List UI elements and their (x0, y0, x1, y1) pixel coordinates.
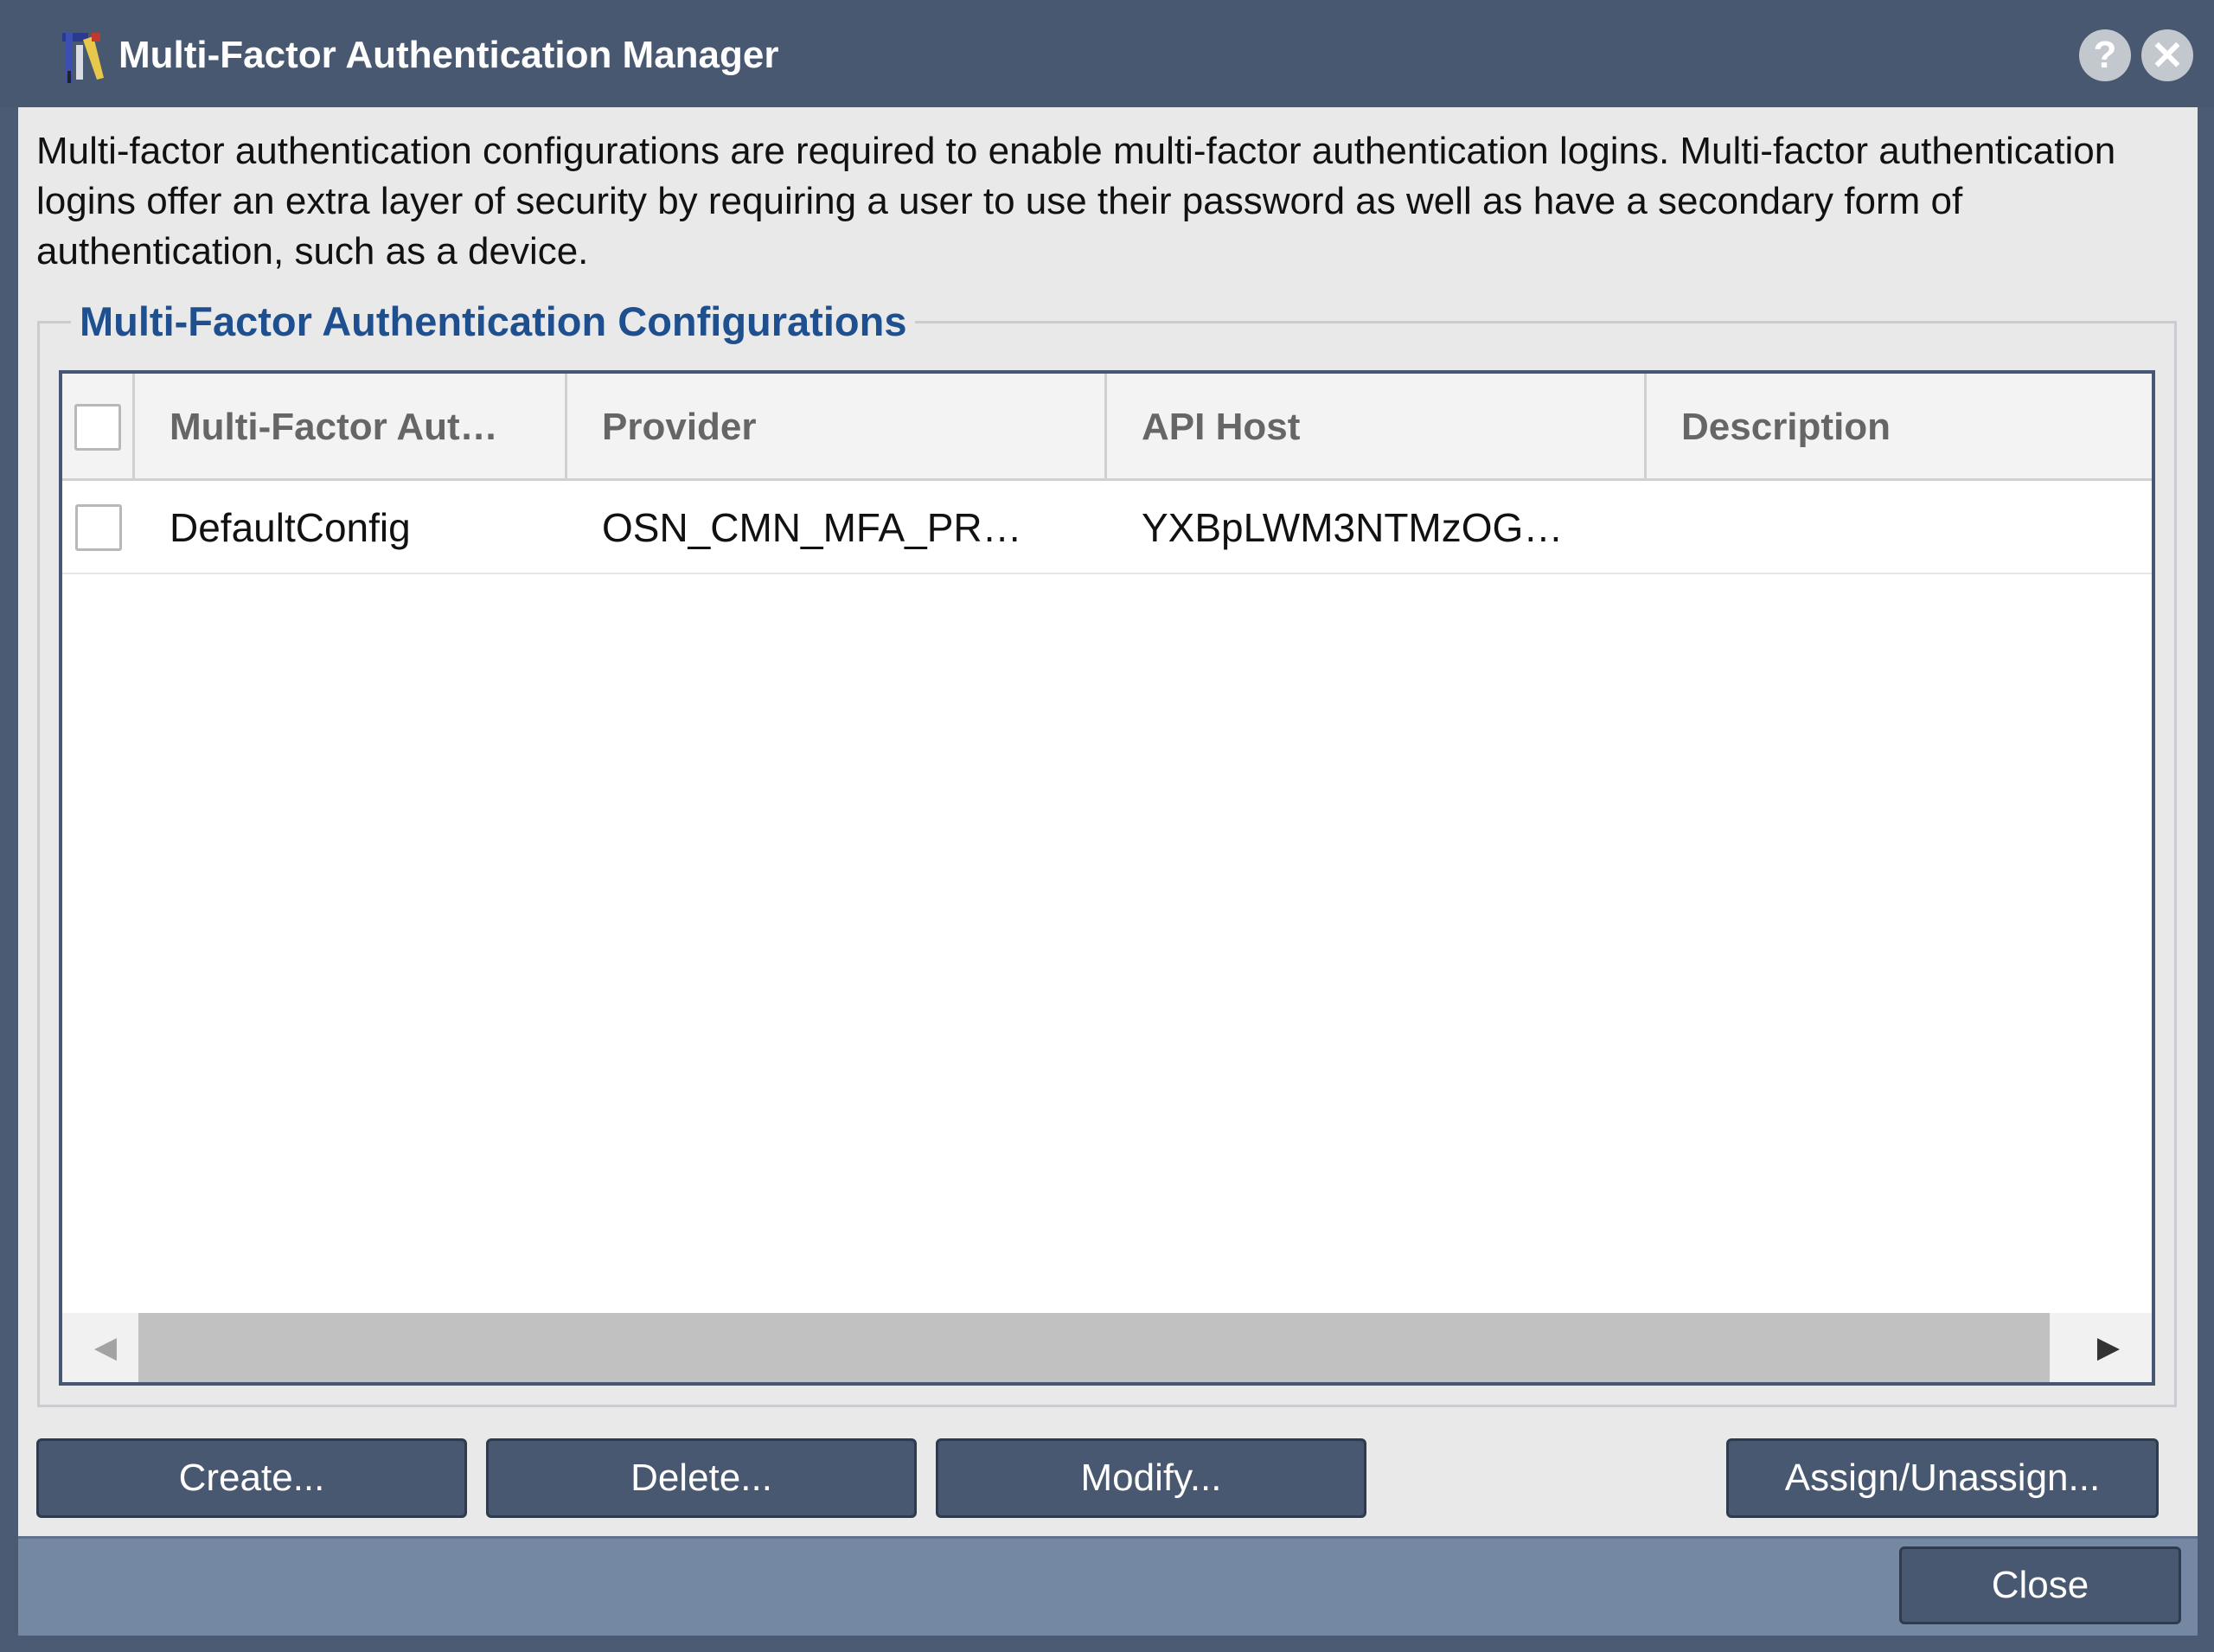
select-all-checkbox[interactable] (74, 404, 121, 451)
table-row[interactable]: DefaultConfig OSN_CMN_MFA_PR… YXBpLWM3NT… (62, 481, 2152, 574)
cell-provider-text: OSN_CMN_MFA_PR… (602, 505, 1022, 550)
close-button[interactable]: Close (1899, 1546, 2181, 1624)
column-header-provider[interactable]: Provider (567, 374, 1107, 481)
column-header-api-host[interactable]: API Host (1107, 374, 1647, 481)
scrollbar-thumb[interactable] (138, 1313, 2050, 1382)
table-header: Multi-Factor Aut… Provider API Host Desc… (62, 374, 2152, 481)
dialog-body: Multi-factor authentication configuratio… (18, 107, 2198, 1536)
description-text: Multi-factor authentication configuratio… (36, 130, 2116, 272)
cell-api-host-text: YXBpLWM3NTMzOG… (1142, 505, 1564, 550)
scroll-right-icon[interactable]: ▶ (2083, 1313, 2134, 1382)
cell-api-host: YXBpLWM3NTMzOG… (1107, 481, 1647, 574)
cell-name-text: DefaultConfig (170, 505, 411, 550)
column-header-api-host-label: API Host (1142, 406, 1301, 448)
column-header-description[interactable]: Description (1647, 374, 2152, 481)
configurations-group: Multi-Factor Authentication Configuratio… (37, 294, 2177, 1407)
column-header-name[interactable]: Multi-Factor Aut… (135, 374, 567, 481)
configurations-table: Multi-Factor Aut… Provider API Host Desc… (59, 370, 2155, 1386)
title-bar[interactable]: Multi-Factor Authentication Manager ? ✕ (0, 0, 2214, 107)
modify-button[interactable]: Modify... (936, 1438, 1366, 1518)
row-checkbox-cell (62, 481, 135, 574)
column-header-name-label: Multi-Factor Aut… (170, 406, 498, 448)
cell-name: DefaultConfig (135, 481, 567, 574)
header-checkbox-cell (62, 374, 135, 481)
tools-icon (62, 33, 104, 83)
configurations-legend: Multi-Factor Authentication Configuratio… (71, 294, 916, 349)
assign-unassign-button[interactable]: Assign/Unassign... (1726, 1438, 2159, 1518)
dialog-footer (18, 1536, 2198, 1636)
close-icon[interactable]: ✕ (2141, 29, 2193, 81)
scroll-left-icon[interactable]: ◀ (80, 1313, 131, 1382)
help-icon[interactable]: ? (2079, 29, 2131, 81)
row-checkbox[interactable] (75, 504, 122, 551)
mfa-manager-window: Multi-Factor Authentication Manager ? ✕ … (0, 0, 2214, 1652)
horizontal-scrollbar[interactable]: ◀ ▶ (62, 1313, 2152, 1382)
delete-button[interactable]: Delete... (486, 1438, 917, 1518)
create-button[interactable]: Create... (36, 1438, 467, 1518)
column-header-provider-label: Provider (602, 406, 757, 448)
window-title: Multi-Factor Authentication Manager (118, 34, 779, 76)
cell-description (1647, 481, 2152, 574)
cell-provider: OSN_CMN_MFA_PR… (567, 481, 1107, 574)
column-header-description-label: Description (1681, 406, 1891, 448)
